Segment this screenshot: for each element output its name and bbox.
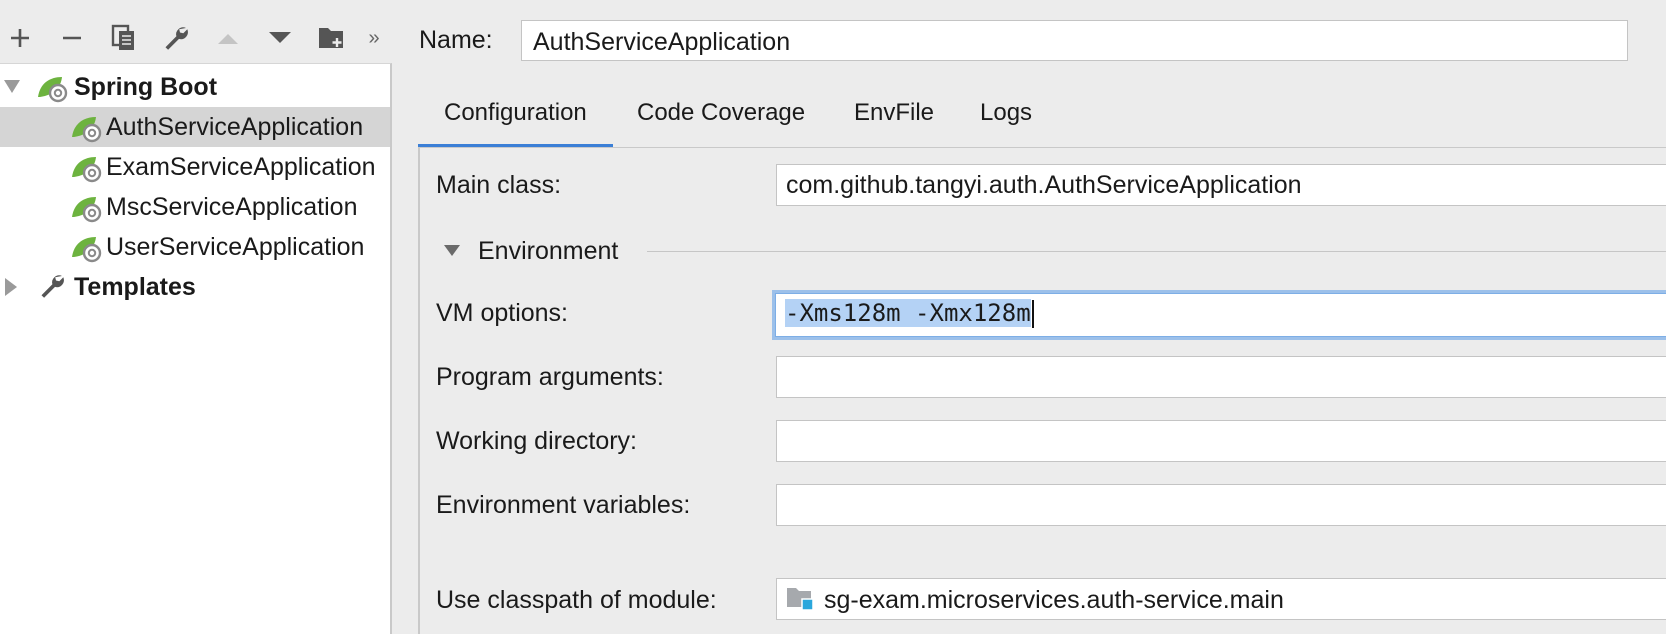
environment-toggle-icon[interactable]: [443, 244, 461, 262]
spring-boot-app-icon: [70, 153, 102, 187]
spring-boot-app-icon: [70, 233, 102, 267]
move-up-icon: [216, 30, 240, 46]
vm-options-field[interactable]: -Xms128m -Xmx128m: [772, 290, 1666, 340]
tree-group-label: Spring Boot: [74, 72, 218, 101]
edit-templates-button[interactable]: [158, 20, 194, 56]
copy-icon: [111, 24, 137, 52]
program-arguments-label: Program arguments:: [436, 363, 664, 391]
vm-options-value: -Xms128m -Xmx128m: [785, 299, 1031, 327]
tree-item-auth-service[interactable]: AuthServiceApplication: [0, 107, 390, 147]
name-label: Name:: [419, 26, 493, 54]
name-input[interactable]: AuthServiceApplication: [521, 20, 1628, 61]
tree-item-user-service[interactable]: UserServiceApplication: [0, 227, 390, 267]
new-folder-button[interactable]: [314, 20, 350, 56]
tab-envfile[interactable]: EnvFile: [828, 88, 960, 144]
classpath-module-select[interactable]: sg-exam.microservices.auth-service.main: [776, 578, 1666, 620]
spring-boot-app-icon: [70, 193, 102, 227]
tree-toolbar: »: [0, 0, 392, 63]
spring-boot-icon: [36, 73, 68, 107]
tree-item-label: UserServiceApplication: [106, 232, 365, 261]
tab-code-coverage[interactable]: Code Coverage: [611, 88, 831, 144]
move-down-icon: [267, 30, 293, 46]
collapse-arrow-icon[interactable]: [4, 277, 18, 302]
more-chevron-icon: »: [368, 26, 380, 49]
wrench-icon: [162, 24, 190, 52]
tree-group-templates[interactable]: Templates: [0, 267, 390, 307]
environment-variables-label: Environment variables:: [436, 491, 691, 519]
tree-item-label: ExamServiceApplication: [106, 152, 376, 181]
vm-options-label: VM options:: [436, 299, 569, 327]
move-down-button[interactable]: [262, 20, 298, 56]
expand-arrow-icon[interactable]: [3, 79, 21, 99]
working-directory-label: Working directory:: [436, 427, 637, 455]
plus-icon: [8, 26, 32, 50]
minus-icon: [60, 26, 84, 50]
main-class-label: Main class:: [436, 171, 562, 199]
tab-configuration[interactable]: Configuration: [418, 88, 613, 149]
tree-item-exam-service[interactable]: ExamServiceApplication: [0, 147, 390, 187]
program-arguments-field[interactable]: [776, 356, 1666, 398]
move-up-button[interactable]: [210, 20, 246, 56]
add-configuration-button[interactable]: [2, 20, 38, 56]
configuration-tree: Spring Boot AuthServiceApplication ExamS…: [0, 63, 392, 634]
tree-item-msc-service[interactable]: MscServiceApplication: [0, 187, 390, 227]
main-class-field[interactable]: com.github.tangyi.auth.AuthServiceApplic…: [776, 164, 1666, 206]
tree-group-label: Templates: [74, 272, 196, 301]
tree-group-spring-boot[interactable]: Spring Boot: [0, 67, 390, 107]
copy-configuration-button[interactable]: [106, 20, 142, 56]
tree-item-label: AuthServiceApplication: [106, 112, 364, 141]
spring-boot-app-icon: [70, 113, 102, 147]
remove-configuration-button[interactable]: [54, 20, 90, 56]
classpath-module-value: sg-exam.microservices.auth-service.main: [824, 586, 1284, 615]
more-actions-button[interactable]: »: [360, 20, 388, 56]
module-folder-icon: [786, 585, 814, 618]
section-divider: [647, 251, 1666, 252]
working-directory-field[interactable]: [776, 420, 1666, 462]
run-configurations-panel: » Spring Boot AuthServiceApplication Exa…: [0, 0, 392, 634]
new-folder-icon: [318, 25, 346, 51]
wrench-icon: [38, 272, 66, 305]
config-tabs: Configuration Code Coverage EnvFile Logs: [418, 88, 1666, 149]
text-caret: [1031, 300, 1034, 329]
tree-item-label: MscServiceApplication: [106, 192, 358, 221]
classpath-module-label: Use classpath of module:: [436, 586, 717, 614]
environment-section-label[interactable]: Environment: [478, 237, 618, 266]
environment-variables-field[interactable]: [776, 484, 1666, 526]
tab-logs[interactable]: Logs: [954, 88, 1058, 144]
